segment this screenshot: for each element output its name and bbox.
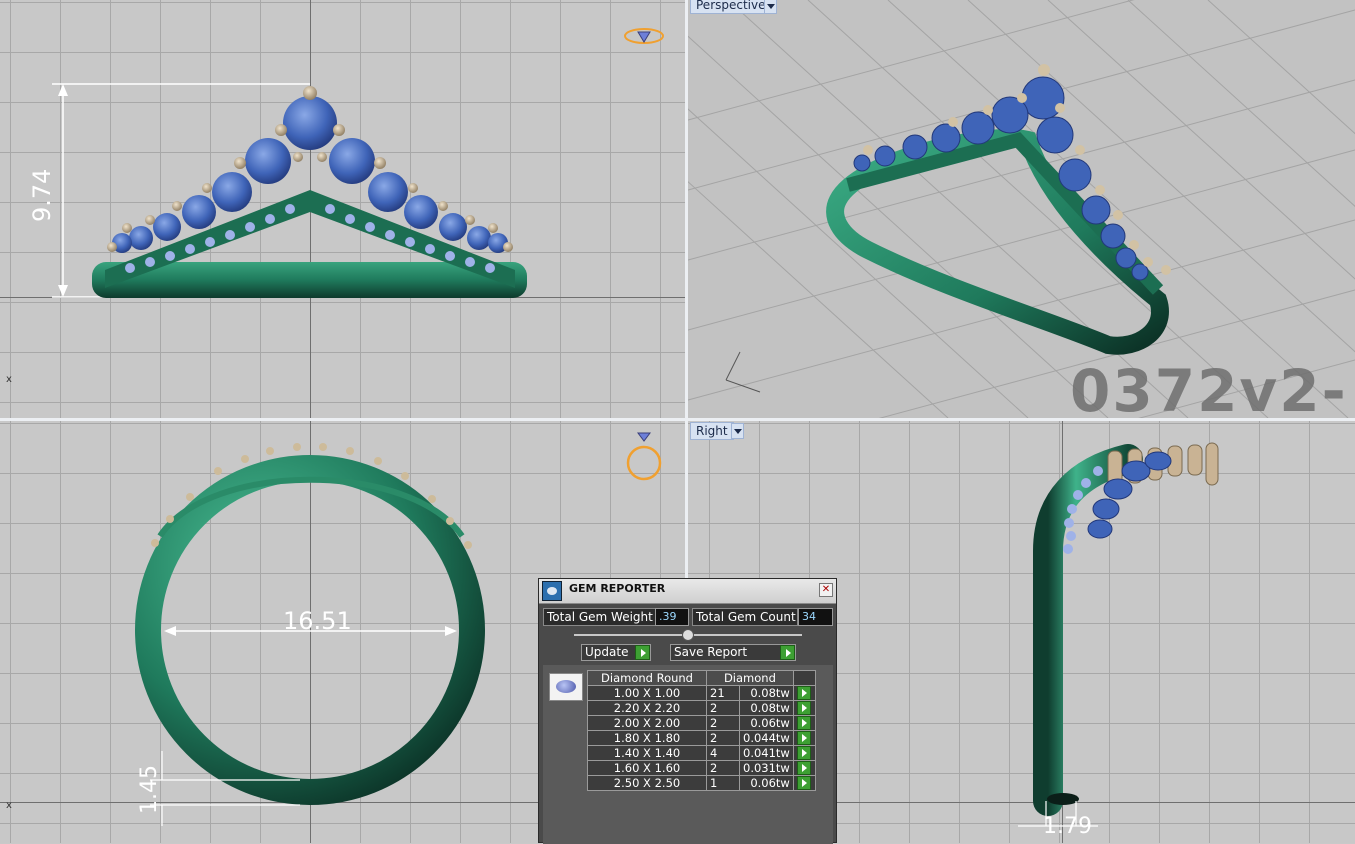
perspective-view-label[interactable]: Perspective xyxy=(690,0,772,14)
total-gem-count-label: Total Gem Count xyxy=(692,608,798,626)
table-row[interactable]: 1.40 X 1.40 4 0.041tw xyxy=(587,745,816,761)
table-row[interactable]: 2.50 X 2.50 1 0.06tw xyxy=(587,775,816,791)
update-go-icon[interactable] xyxy=(635,645,650,660)
total-gem-weight-value: .39 xyxy=(655,608,689,626)
diamond-round-icon[interactable] xyxy=(549,673,583,701)
gem-table: Diamond Round Diamond 1.00 X 1.00 21 0.0… xyxy=(587,670,816,791)
panel-size-slider-knob[interactable] xyxy=(682,629,694,641)
shank-width-label: 1.79 xyxy=(1043,814,1092,839)
gem-size: 2.50 X 2.50 xyxy=(587,775,707,791)
gem-weight: 0.031tw xyxy=(739,760,794,776)
select-gem-icon[interactable] xyxy=(796,686,811,700)
column-header-shape: Diamond Round xyxy=(587,670,707,686)
right-view-label[interactable]: Right xyxy=(690,422,734,440)
gem-pick-icon[interactable] xyxy=(622,24,666,48)
ring-pick-icon[interactable] xyxy=(624,430,664,490)
table-row[interactable]: 1.00 X 1.00 21 0.08tw xyxy=(587,685,816,701)
right-view-dropdown[interactable] xyxy=(731,423,744,439)
perspective-viewport[interactable]: Perspective 0372v2-1 xyxy=(688,0,1355,418)
axis-x-label: x xyxy=(6,374,12,385)
table-row[interactable]: 2.00 X 2.00 2 0.06tw xyxy=(587,715,816,731)
perspective-grid xyxy=(688,0,1355,418)
gem-reporter-titlebar[interactable]: GEM REPORTER ✕ xyxy=(539,579,836,604)
gem-count: 21 xyxy=(706,685,740,701)
gem-size: 1.60 X 1.60 xyxy=(587,760,707,776)
gem-weight: 0.041tw xyxy=(739,745,794,761)
gem-count: 2 xyxy=(706,760,740,776)
save-report-button[interactable]: Save Report xyxy=(670,644,796,661)
save-report-go-icon[interactable] xyxy=(780,645,795,660)
save-report-button-label: Save Report xyxy=(674,645,748,659)
column-header-material: Diamond xyxy=(706,670,794,686)
gem-count: 2 xyxy=(706,715,740,731)
gem-list: Diamond Round Diamond 1.00 X 1.00 21 0.0… xyxy=(543,665,833,844)
gem-size: 2.20 X 2.20 xyxy=(587,700,707,716)
height-dimension-label: 9.74 xyxy=(28,168,56,222)
select-gem-icon[interactable] xyxy=(796,776,811,790)
select-gem-icon[interactable] xyxy=(796,731,811,745)
axis-x-label: x xyxy=(6,800,12,811)
design-id-watermark: 0372v2-1 xyxy=(1070,357,1348,418)
gem-weight: 0.044tw xyxy=(739,730,794,746)
gem-weight: 0.06tw xyxy=(739,715,794,731)
gem-reporter-title: GEM REPORTER xyxy=(569,582,666,595)
gem-count: 1 xyxy=(706,775,740,791)
select-gem-icon[interactable] xyxy=(796,716,811,730)
gem-size: 1.00 X 1.00 xyxy=(587,685,707,701)
top-viewport[interactable]: 9.74 x xyxy=(0,0,685,418)
gem-size: 1.40 X 1.40 xyxy=(587,745,707,761)
viewport-splitter-horizontal[interactable] xyxy=(0,418,1355,421)
gem-count: 4 xyxy=(706,745,740,761)
gem-table-header: Diamond Round Diamond xyxy=(587,670,816,686)
perspective-view-dropdown[interactable] xyxy=(764,0,777,14)
total-gem-weight-label: Total Gem Weight xyxy=(543,608,659,626)
inner-diameter-label: 16.51 xyxy=(283,607,352,635)
gem-weight: 0.08tw xyxy=(739,700,794,716)
table-row[interactable]: 1.60 X 1.60 2 0.031tw xyxy=(587,760,816,776)
gem-count: 2 xyxy=(706,730,740,746)
table-row[interactable]: 2.20 X 2.20 2 0.08tw xyxy=(587,700,816,716)
select-gem-icon[interactable] xyxy=(796,761,811,775)
update-button-label: Update xyxy=(585,645,629,659)
select-gem-icon[interactable] xyxy=(796,701,811,715)
select-gem-icon[interactable] xyxy=(796,746,811,760)
gem-reporter-icon xyxy=(542,581,562,601)
gem-weight: 0.06tw xyxy=(739,775,794,791)
total-gem-count-value: 34 xyxy=(798,608,833,626)
close-icon[interactable]: ✕ xyxy=(819,583,833,597)
ring-top-view xyxy=(52,83,527,298)
gem-size: 1.80 X 1.80 xyxy=(587,730,707,746)
band-thickness-label: 1.45 xyxy=(137,765,162,814)
table-row[interactable]: 1.80 X 1.80 2 0.044tw xyxy=(587,730,816,746)
gem-size: 2.00 X 2.00 xyxy=(587,715,707,731)
gem-count: 2 xyxy=(706,700,740,716)
gem-reporter-panel: GEM REPORTER ✕ Total Gem Weight .39 Tota… xyxy=(538,578,837,844)
gem-weight: 0.08tw xyxy=(739,685,794,701)
